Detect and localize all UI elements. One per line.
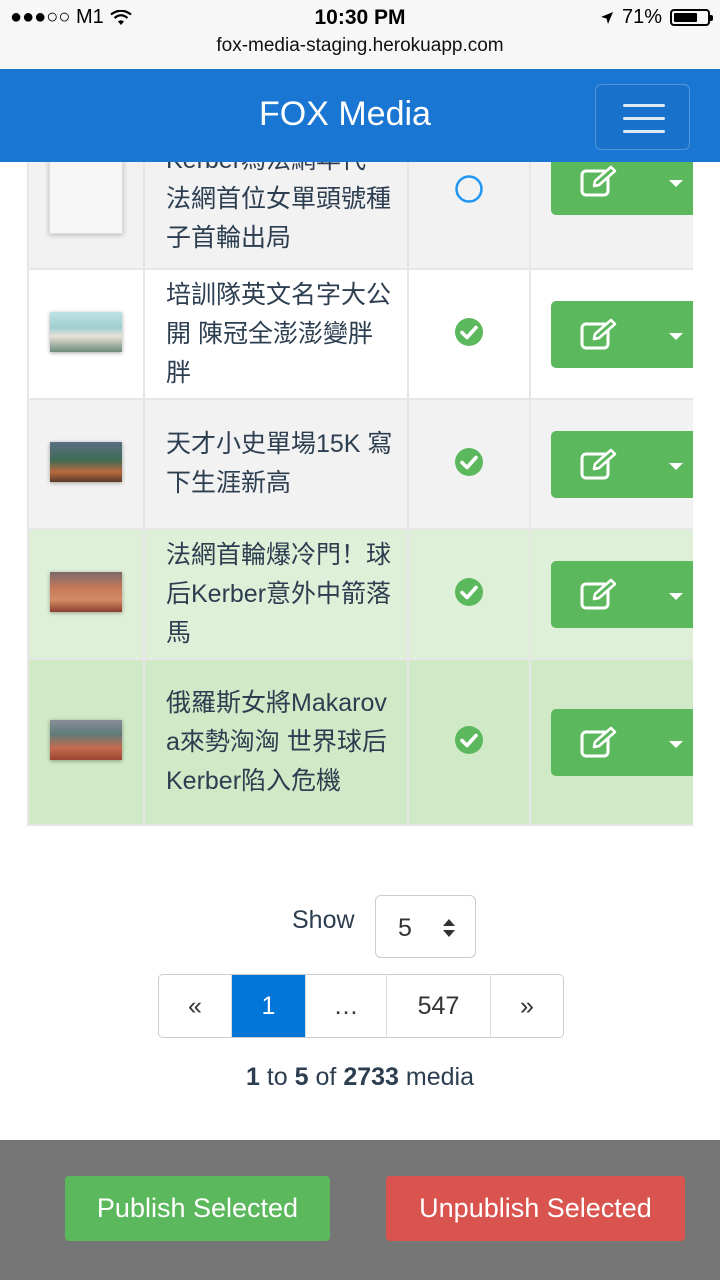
media-row[interactable]: Kerber為法網年代 法網首位女單頭號種子首輪出局: [27, 162, 693, 270]
caret-down-icon: [669, 179, 683, 187]
media-thumbnail[interactable]: [49, 162, 123, 234]
pagination-ellipsis: …: [306, 975, 387, 1037]
published-check-icon[interactable]: [454, 447, 484, 477]
pagination-prev[interactable]: «: [159, 975, 232, 1037]
unpublished-circle-icon[interactable]: [454, 174, 484, 204]
media-title: 俄羅斯女將Makarova來勢洶洶 世界球后Kerber陷入危機: [143, 658, 409, 826]
thumbnail-cell: [27, 658, 145, 826]
status-right: 71%: [600, 6, 713, 29]
edit-dropdown-toggle[interactable]: [646, 431, 693, 498]
edit-dropdown-toggle[interactable]: [646, 561, 693, 628]
edit-button-group: [551, 708, 693, 776]
media-row[interactable]: 天才小史單場15K 寫下生涯新高: [27, 398, 693, 530]
edit-dropdown-toggle[interactable]: [646, 709, 693, 776]
summary-to: 5: [294, 1063, 309, 1091]
media-row[interactable]: 法網首輪爆冷門！球后Kerber意外中箭落馬: [27, 528, 693, 660]
edit-button[interactable]: [551, 162, 646, 215]
battery-percent: 71%: [621, 6, 662, 28]
caret-down-icon: [669, 462, 683, 470]
publish-status-cell: [407, 398, 531, 530]
caret-down-icon: [669, 592, 683, 600]
actions-cell: [529, 398, 693, 530]
media-title: 培訓隊英文名字大公開 陳冠全澎澎變胖胖: [143, 268, 409, 400]
pagination-next[interactable]: »: [491, 975, 563, 1037]
actions-cell: [529, 268, 693, 400]
bulk-action-bar: Publish Selected Unpublish Selected: [0, 1140, 720, 1280]
media-thumbnail[interactable]: [50, 571, 122, 612]
edit-icon: [580, 165, 616, 197]
results-summary: 1 to 5 of 2733 media: [0, 1063, 720, 1092]
media-thumbnail[interactable]: [50, 311, 122, 352]
media-title: 天才小史單場15K 寫下生涯新高: [143, 398, 409, 530]
pagination-page-547[interactable]: 547: [387, 975, 491, 1037]
publish-status-cell: [407, 268, 531, 400]
battery-icon: [670, 9, 713, 26]
summary-from: 1: [245, 1063, 260, 1091]
status-bar: ●●●○○ M1 10:30 PM 71% fox-media-staging.…: [0, 0, 720, 68]
edit-icon: [580, 448, 616, 480]
edit-icon: [580, 578, 616, 610]
edit-button[interactable]: [551, 301, 646, 368]
summary-of-word: of: [315, 1063, 337, 1091]
published-check-icon[interactable]: [454, 317, 484, 347]
top-navbar: FOX Media: [0, 69, 720, 162]
edit-dropdown-toggle[interactable]: [646, 162, 693, 215]
pagination: « 1 … 547 »: [158, 974, 564, 1038]
publish-status-cell: [407, 528, 531, 660]
show-label: Show: [292, 906, 355, 934]
pagination-page-1[interactable]: 1: [232, 975, 306, 1037]
page-size-select[interactable]: 5: [375, 895, 476, 958]
edit-icon: [580, 318, 616, 350]
unpublish-selected-button[interactable]: Unpublish Selected: [386, 1176, 685, 1241]
brand-title[interactable]: FOX Media: [0, 95, 690, 134]
battery-level: [674, 13, 697, 22]
summary-to-word: to: [266, 1063, 288, 1091]
media-title: 法網首輪爆冷門！球后Kerber意外中箭落馬: [143, 528, 409, 660]
page-size-value: 5: [398, 914, 412, 942]
thumbnail-cell: [27, 162, 145, 270]
published-check-icon[interactable]: [454, 577, 484, 607]
address-bar-url[interactable]: fox-media-staging.herokuapp.com: [0, 35, 720, 57]
caret-down-icon: [669, 740, 683, 748]
edit-button-group: [551, 560, 693, 628]
summary-total: 2733: [343, 1063, 399, 1091]
thumbnail-cell: [27, 268, 145, 400]
actions-cell: [529, 162, 693, 270]
edit-icon: [580, 726, 616, 758]
thumbnail-cell: [27, 528, 145, 660]
media-row[interactable]: 培訓隊英文名字大公開 陳冠全澎澎變胖胖: [27, 268, 693, 400]
actions-cell: [529, 528, 693, 660]
edit-button[interactable]: [551, 709, 646, 776]
media-thumbnail[interactable]: [50, 441, 122, 482]
edit-button-group: [551, 430, 693, 498]
location-arrow-icon: [600, 11, 613, 24]
publish-status-cell: [407, 658, 531, 826]
thumbnail-cell: [27, 398, 145, 530]
edit-dropdown-toggle[interactable]: [646, 301, 693, 368]
media-table: Kerber為法網年代 法網首位女單頭號種子首輪出局培訓隊英文名字大公開 陳冠全…: [27, 162, 693, 858]
edit-button[interactable]: [551, 431, 646, 498]
edit-button-group: [551, 300, 693, 368]
media-row[interactable]: 俄羅斯女將Makarova來勢洶洶 世界球后Kerber陷入危機: [27, 658, 693, 826]
published-check-icon[interactable]: [454, 725, 484, 755]
publish-status-cell: [407, 162, 531, 270]
edit-button[interactable]: [551, 561, 646, 628]
summary-unit: media: [405, 1063, 474, 1091]
hamburger-icon[interactable]: [595, 84, 690, 150]
select-updown-icon: [443, 919, 455, 937]
edit-button-group: [551, 162, 693, 215]
actions-cell: [529, 658, 693, 826]
publish-selected-button[interactable]: Publish Selected: [65, 1176, 330, 1241]
media-title: Kerber為法網年代 法網首位女單頭號種子首輪出局: [143, 162, 409, 270]
caret-down-icon: [669, 332, 683, 340]
media-thumbnail[interactable]: [50, 719, 122, 760]
